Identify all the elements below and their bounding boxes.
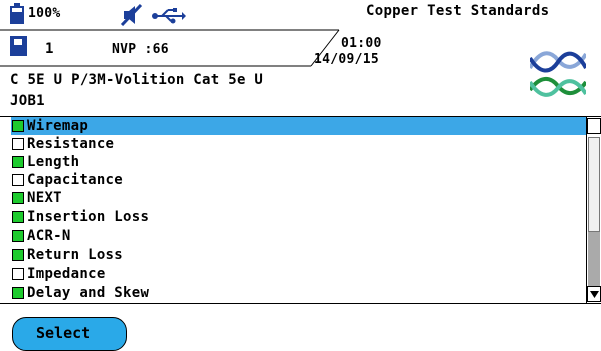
job-name: JOB1: [10, 93, 45, 109]
select-button[interactable]: Select: [12, 317, 127, 351]
time-display: 01:00: [341, 36, 382, 51]
list-item-acr-n[interactable]: ACR-N: [11, 227, 586, 245]
list-item-label: Insertion Loss: [27, 209, 150, 225]
pass-checkbox[interactable]: [12, 287, 24, 299]
list-item-impedance[interactable]: Impedance: [11, 265, 586, 283]
empty-checkbox[interactable]: [12, 268, 24, 280]
test-list: Wiremap Resistance Length Capacitance NE…: [0, 116, 601, 304]
list-item-label: Impedance: [27, 266, 106, 282]
empty-checkbox[interactable]: [12, 174, 24, 186]
pass-checkbox[interactable]: [12, 156, 24, 168]
list-item-length[interactable]: Length: [11, 153, 586, 171]
date-display: 14/09/15: [314, 52, 380, 67]
empty-checkbox[interactable]: [12, 138, 24, 150]
list-item-label: Length: [27, 154, 80, 170]
list-item-capacitance[interactable]: Capacitance: [11, 171, 586, 189]
scroll-thumb[interactable]: [588, 137, 600, 232]
scroll-down-button[interactable]: [587, 286, 601, 302]
list-item-label: NEXT: [27, 190, 62, 206]
list-item-delay-and-skew[interactable]: Delay and Skew: [11, 284, 586, 302]
list-item-label: Wiremap: [27, 118, 89, 134]
list-item-resistance[interactable]: Resistance: [11, 135, 586, 153]
scroll-track[interactable]: [588, 232, 600, 287]
list-item-insertion-loss[interactable]: Insertion Loss: [11, 208, 586, 226]
list-item-wiremap[interactable]: Wiremap: [11, 117, 586, 135]
pass-checkbox[interactable]: [12, 192, 24, 204]
list-item-next[interactable]: NEXT: [11, 189, 586, 207]
status-header: 100% Copper Test Standards 1 NVP :66 01:…: [0, 0, 601, 116]
pass-checkbox[interactable]: [12, 249, 24, 261]
list-item-label: Capacitance: [27, 172, 124, 188]
header-frame: [0, 29, 340, 67]
list-item-label: ACR-N: [27, 228, 71, 244]
scroll-up-button[interactable]: [587, 118, 601, 134]
arrow-down-icon: [590, 291, 599, 298]
pass-checkbox[interactable]: [12, 120, 24, 132]
list-item-label: Delay and Skew: [27, 285, 150, 301]
select-button-label: Select: [36, 324, 91, 342]
list-item-label: Return Loss: [27, 247, 124, 263]
pass-checkbox[interactable]: [12, 230, 24, 242]
list-item-label: Resistance: [27, 136, 115, 152]
list-item-return-loss[interactable]: Return Loss: [11, 246, 586, 264]
twisted-pair-logo: [530, 51, 586, 97]
list-scrollbar[interactable]: [586, 117, 601, 303]
cable-standard: C 5E U P/3M-Volition Cat 5e U: [10, 72, 264, 88]
pass-checkbox[interactable]: [12, 211, 24, 223]
